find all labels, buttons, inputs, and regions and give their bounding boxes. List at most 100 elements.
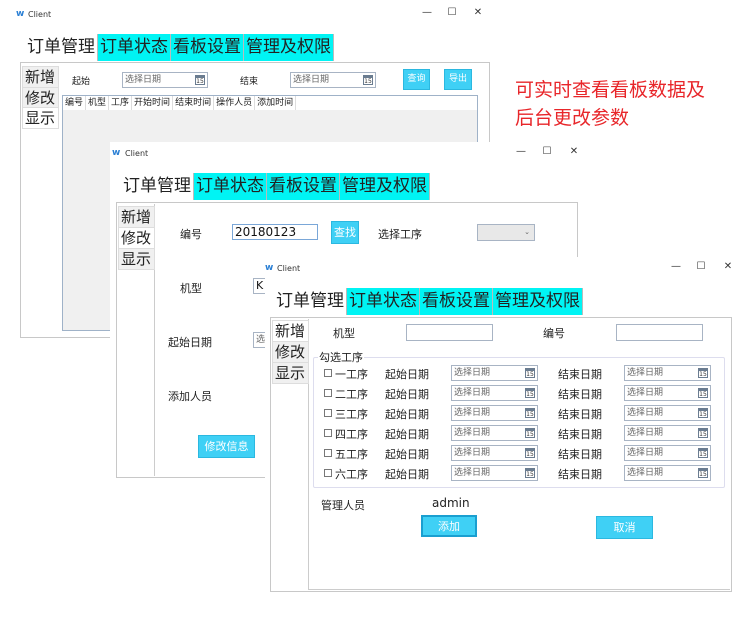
process-checkbox[interactable] (324, 389, 332, 397)
tab-order-management[interactable]: 订单管理 (274, 288, 347, 315)
side-tab-modify[interactable]: 修改 (22, 87, 59, 109)
process-checkbox[interactable] (324, 469, 332, 477)
side-tab-display[interactable]: 显示 (22, 107, 59, 129)
note-line: 后台更改参数 (515, 107, 630, 129)
id-input[interactable]: 20180123 (232, 224, 318, 240)
side-tab-display[interactable]: 显示 (118, 248, 155, 270)
column-header[interactable]: 结束时间 (173, 96, 215, 110)
start-date-picker[interactable]: 选择日期 15 (451, 465, 538, 481)
calendar-icon[interactable]: 15 (363, 75, 373, 85)
start-date-picker[interactable]: 选择日期 15 (451, 385, 538, 401)
side-tab-add[interactable]: 新增 (118, 206, 155, 228)
column-header[interactable]: 机型 (86, 96, 110, 110)
calendar-icon[interactable]: 15 (525, 388, 535, 398)
calendar-icon[interactable]: 15 (195, 75, 205, 85)
calendar-icon[interactable]: 15 (698, 428, 708, 438)
column-header[interactable]: 编号 (63, 96, 87, 110)
calendar-icon[interactable]: 15 (525, 408, 535, 418)
start-date-picker[interactable]: 选择日期 15 (451, 365, 538, 381)
calendar-icon[interactable]: 15 (698, 468, 708, 478)
side-tab-add[interactable]: 新增 (22, 66, 59, 88)
calendar-icon[interactable]: 15 (525, 368, 535, 378)
side-tab-display[interactable]: 显示 (272, 362, 309, 384)
end-label: 结束 (240, 77, 259, 87)
add-button[interactable]: 添加 (421, 515, 477, 537)
tab-order-management[interactable]: 订单管理 (121, 173, 194, 200)
start-date-label: 起始日期 (385, 468, 429, 481)
column-header[interactable]: 工序 (109, 96, 133, 110)
tab-permissions[interactable]: 管理及权限 (244, 34, 334, 61)
minimize-button[interactable]: — (669, 261, 683, 272)
export-button[interactable]: 导出 (444, 69, 472, 90)
end-date-picker[interactable]: 选择日期 15 (624, 365, 711, 381)
end-date-picker[interactable]: 选择日期 15 (624, 385, 711, 401)
calendar-icon[interactable]: 15 (698, 448, 708, 458)
column-header[interactable]: 开始时间 (132, 96, 174, 110)
close-button[interactable]: ✕ (721, 261, 735, 272)
process-checkbox[interactable] (324, 369, 332, 377)
process-name: 五工序 (335, 448, 368, 461)
end-date-picker[interactable]: 选择日期 15 (290, 72, 376, 88)
maximize-button[interactable]: ☐ (540, 146, 554, 157)
query-button[interactable]: 查询 (403, 69, 430, 90)
column-header[interactable]: 添加时间 (255, 96, 297, 110)
process-checkbox[interactable] (324, 449, 332, 457)
process-name: 三工序 (335, 408, 368, 421)
annotation-note: 可实时查看看板数据及 后台更改参数 (515, 76, 705, 132)
end-date-picker[interactable]: 选择日期 15 (624, 465, 711, 481)
end-date-picker[interactable]: 选择日期 15 (624, 425, 711, 441)
start-date-picker[interactable]: 选择日期 15 (451, 445, 538, 461)
process-checkbox[interactable] (324, 409, 332, 417)
process-select[interactable]: ⌄ (477, 224, 535, 241)
model-label: 机型 (180, 282, 202, 295)
maximize-button[interactable]: ☐ (694, 261, 708, 272)
tab-board-settings[interactable]: 看板设置 (420, 288, 493, 315)
start-date-picker[interactable]: 选择日期 15 (451, 425, 538, 441)
tab-order-status[interactable]: 订单状态 (194, 173, 267, 200)
process-name: 一工序 (335, 368, 368, 381)
minimize-button[interactable]: — (420, 7, 434, 18)
id-input[interactable] (616, 324, 703, 341)
start-date-label: 起始日期 (385, 448, 429, 461)
calendar-icon[interactable]: 15 (525, 428, 535, 438)
minimize-button[interactable]: — (514, 146, 528, 157)
chevron-down-icon: ⌄ (524, 228, 530, 236)
close-button[interactable]: ✕ (471, 7, 485, 18)
tab-permissions[interactable]: 管理及权限 (493, 288, 583, 315)
column-header[interactable]: 操作人员 (214, 96, 256, 110)
tab-order-management[interactable]: 订单管理 (25, 34, 98, 61)
calendar-icon[interactable]: 15 (525, 448, 535, 458)
side-tab-modify[interactable]: 修改 (118, 227, 155, 249)
tab-board-settings[interactable]: 看板设置 (171, 34, 244, 61)
start-date-picker[interactable]: 选择日期 15 (122, 72, 208, 88)
date-placeholder: 选择日期 (293, 75, 330, 85)
start-date-picker[interactable]: 选择日期 15 (451, 405, 538, 421)
calendar-icon[interactable]: 15 (698, 408, 708, 418)
window-3: ᴡ Client — ☐ ✕ 订单管理 订单状态 看板设置 管理及权限 新增 修… (265, 257, 745, 597)
maximize-button[interactable]: ☐ (445, 7, 459, 18)
cancel-button[interactable]: 取消 (596, 516, 653, 539)
modify-info-button[interactable]: 修改信息 (198, 435, 255, 458)
window-title: Client (277, 264, 301, 273)
side-tab-add[interactable]: 新增 (272, 320, 309, 342)
close-button[interactable]: ✕ (567, 146, 581, 157)
model-input[interactable] (406, 324, 493, 341)
start-date-label: 起始日期 (168, 336, 212, 349)
end-date-picker[interactable]: 选择日期 15 (624, 405, 711, 421)
calendar-icon[interactable]: 15 (698, 388, 708, 398)
find-button[interactable]: 查找 (331, 221, 359, 244)
start-label: 起始 (72, 77, 91, 87)
tab-board-settings[interactable]: 看板设置 (267, 173, 340, 200)
date-placeholder: 选择日期 (454, 468, 491, 478)
tab-order-status[interactable]: 订单状态 (347, 288, 420, 315)
tab-order-status[interactable]: 订单状态 (98, 34, 171, 61)
tab-permissions[interactable]: 管理及权限 (340, 173, 430, 200)
side-tab-modify[interactable]: 修改 (272, 341, 309, 363)
process-checkbox[interactable] (324, 429, 332, 437)
calendar-icon[interactable]: 15 (698, 368, 708, 378)
window-title: Client (125, 149, 149, 158)
window-title: Client (28, 10, 52, 19)
calendar-icon[interactable]: 15 (525, 468, 535, 478)
end-date-picker[interactable]: 选择日期 15 (624, 445, 711, 461)
end-date-label: 结束日期 (558, 368, 602, 381)
